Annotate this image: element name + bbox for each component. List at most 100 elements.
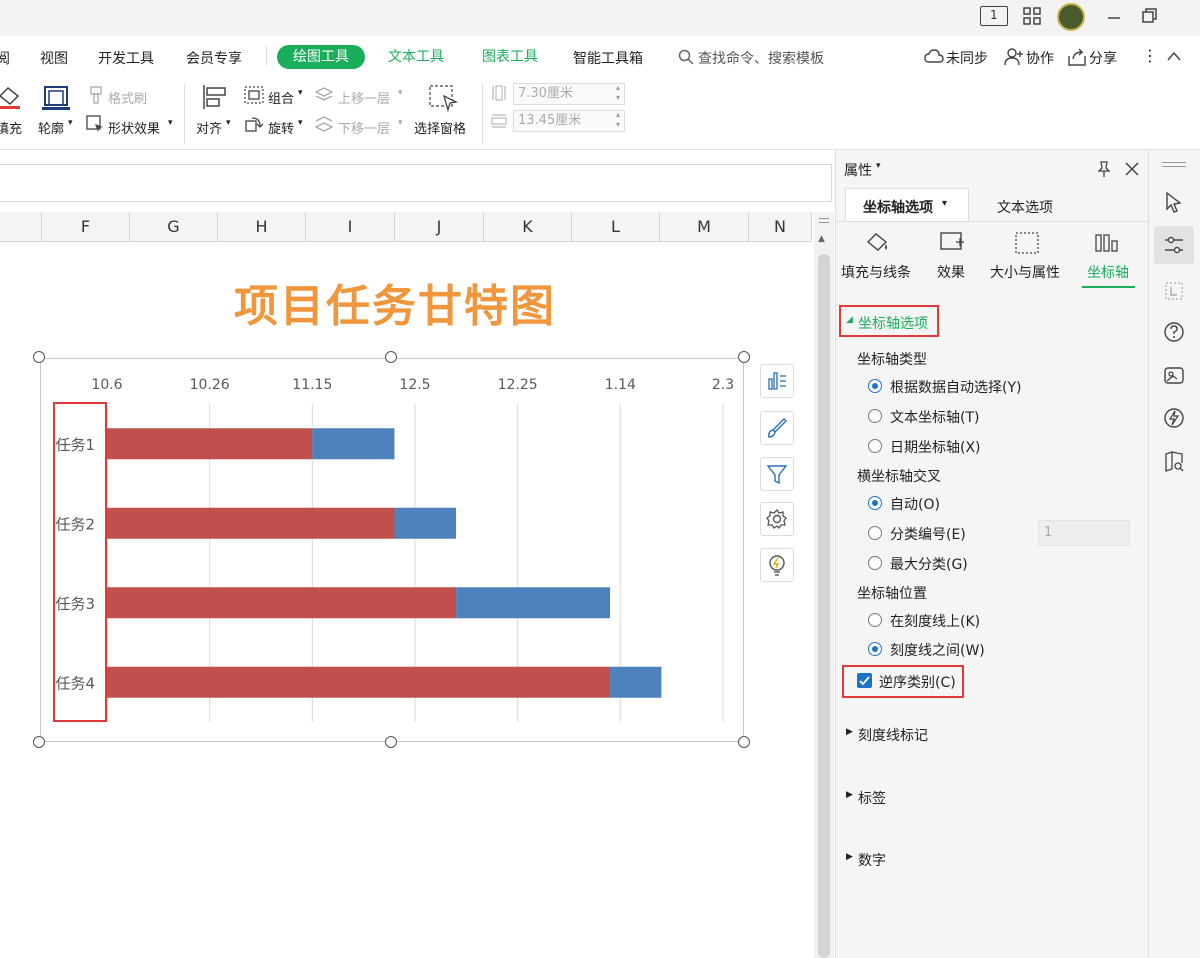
- scroll-up-icon[interactable]: ▲: [818, 234, 825, 244]
- column-header-i[interactable]: I: [306, 212, 395, 242]
- column-header-h[interactable]: H: [218, 212, 306, 242]
- selection-pane-button[interactable]: 选择窗格: [414, 118, 466, 137]
- subtab-effects[interactable]: 效果: [937, 262, 965, 282]
- scroll-split-icon[interactable]: [819, 218, 829, 223]
- scrollbar-thumb[interactable]: [818, 254, 830, 958]
- section-tick-marks[interactable]: 刻度线标记: [858, 725, 928, 745]
- vertical-scrollbar[interactable]: ▲: [814, 212, 834, 958]
- labels-expand-icon[interactable]: ▶: [846, 790, 853, 800]
- panel-header-dropdown-icon[interactable]: ▾: [876, 161, 881, 171]
- outline-icon[interactable]: [42, 84, 70, 110]
- chart-style-button[interactable]: [760, 411, 794, 445]
- group-button[interactable]: 组合: [268, 88, 294, 107]
- resize-handle-nw[interactable]: [33, 351, 45, 363]
- chart-title[interactable]: 项目任务甘特图: [200, 270, 590, 334]
- tick-marks-expand-icon[interactable]: ▶: [846, 727, 853, 737]
- rotate-button[interactable]: 旋转: [268, 118, 294, 137]
- tab-text-tools[interactable]: 文本工具: [378, 45, 454, 69]
- bring-forward-dropdown-icon[interactable]: ▾: [398, 88, 403, 98]
- column-header-l[interactable]: L: [572, 212, 660, 242]
- collaborate-button[interactable]: 协作: [1026, 48, 1054, 68]
- gantt-bar-chart[interactable]: 10.6 10.26 11.15 12.5 12.25 1.14 2.3任务1任务2任务3任…: [40, 358, 744, 742]
- resize-handle-sw[interactable]: [33, 736, 45, 748]
- restore-icon[interactable]: [1139, 6, 1159, 26]
- menu-item-developer[interactable]: 开发工具: [98, 48, 154, 68]
- help-icon[interactable]: [1162, 320, 1186, 344]
- align-dropdown-icon[interactable]: ▾: [226, 118, 231, 128]
- axis-type-auto-label[interactable]: 根据数据自动选择(Y): [890, 377, 1021, 397]
- column-header-prev[interactable]: [0, 212, 42, 242]
- column-header-n[interactable]: N: [749, 212, 812, 242]
- format-painter-icon[interactable]: [88, 86, 104, 104]
- axis-options-expand-icon[interactable]: ◢: [846, 315, 853, 325]
- pin-icon[interactable]: [1095, 160, 1113, 178]
- subtab-axis[interactable]: 坐标轴: [1087, 262, 1129, 282]
- close-window-button[interactable]: [1174, 0, 1200, 30]
- column-header-f[interactable]: F: [42, 212, 130, 242]
- resize-handle-s[interactable]: [385, 736, 397, 748]
- position-on-tick-label[interactable]: 在刻度线上(K): [890, 611, 980, 631]
- width-stepper-icon[interactable]: ▴ ▾: [616, 110, 620, 130]
- chart-ideas-button[interactable]: [760, 548, 794, 582]
- column-header-k[interactable]: K: [484, 212, 572, 242]
- cross-max-category-label[interactable]: 最大分类(G): [890, 554, 968, 574]
- close-panel-icon[interactable]: [1124, 161, 1140, 177]
- axis-type-text-radio[interactable]: [868, 409, 882, 423]
- shape-width-input[interactable]: 13.45厘米 ▴ ▾: [513, 110, 625, 132]
- formula-bar[interactable]: [0, 164, 832, 202]
- bring-forward-icon[interactable]: [314, 86, 334, 104]
- chart-filter-button[interactable]: [760, 457, 794, 491]
- panel-header-title[interactable]: 属性: [844, 160, 872, 180]
- reverse-order-label[interactable]: 逆序类别(C): [879, 672, 956, 692]
- chart-settings-button[interactable]: [760, 502, 794, 536]
- cross-category-number-radio[interactable]: [868, 526, 882, 540]
- cross-category-number-label[interactable]: 分类编号(E): [890, 524, 966, 544]
- section-axis-options[interactable]: 坐标轴选项: [858, 313, 928, 333]
- shape-effects-button[interactable]: 形状效果: [108, 118, 160, 137]
- subtab-size-and-properties[interactable]: 大小与属性: [990, 262, 1060, 282]
- category-number-input[interactable]: 1: [1038, 520, 1130, 546]
- transform-icon[interactable]: [1162, 279, 1186, 303]
- section-labels[interactable]: 标签: [858, 788, 886, 808]
- sync-status-button[interactable]: 未同步: [946, 48, 988, 68]
- tab-axis-options-dropdown-icon[interactable]: ▾: [942, 198, 947, 209]
- outline-button[interactable]: 轮廓: [38, 118, 64, 137]
- axis-type-date-label[interactable]: 日期坐标轴(X): [890, 437, 981, 457]
- tab-drawing-tools[interactable]: 绘图工具: [277, 45, 365, 69]
- axis-type-text-label[interactable]: 文本坐标轴(T): [890, 407, 979, 427]
- tab-chart-tools[interactable]: 图表工具: [472, 45, 548, 69]
- chart-elements-button[interactable]: [760, 364, 794, 398]
- axis-type-date-radio[interactable]: [868, 439, 882, 453]
- send-backward-icon[interactable]: [314, 115, 334, 133]
- menu-item-view[interactable]: 视图: [40, 48, 68, 68]
- format-painter-button[interactable]: 格式刷: [108, 88, 147, 107]
- position-between-tick-radio[interactable]: [868, 642, 882, 656]
- size-and-properties-icon[interactable]: [1013, 230, 1041, 256]
- fill-and-line-icon[interactable]: [864, 230, 890, 254]
- smart-assist-icon[interactable]: [1162, 406, 1186, 430]
- cross-max-category-radio[interactable]: [868, 556, 882, 570]
- menu-item-smart-toolbox[interactable]: 智能工具箱: [573, 48, 643, 68]
- effects-icon[interactable]: [938, 230, 966, 254]
- height-stepper-icon[interactable]: ▴ ▾: [616, 83, 620, 103]
- cross-auto-radio[interactable]: [868, 496, 882, 510]
- more-options-icon[interactable]: ⋮: [1142, 46, 1158, 65]
- rotate-dropdown-icon[interactable]: ▾: [298, 118, 303, 128]
- reverse-order-checkbox[interactable]: [857, 673, 872, 688]
- collapse-ribbon-icon[interactable]: [1166, 50, 1182, 62]
- search-commands-input[interactable]: 查找命令、搜索模板: [698, 48, 824, 68]
- minimize-icon[interactable]: [1104, 8, 1124, 28]
- fill-button[interactable]: 填充: [0, 118, 22, 137]
- shape-height-input[interactable]: 7.30厘米 ▴ ▾: [513, 83, 625, 105]
- selection-pane-icon[interactable]: [428, 84, 458, 112]
- resize-handle-n[interactable]: [385, 351, 397, 363]
- share-button[interactable]: 分享: [1089, 48, 1117, 68]
- menu-item-review[interactable]: 阅: [0, 48, 10, 68]
- position-between-tick-label[interactable]: 刻度线之间(W): [890, 640, 985, 660]
- tab-text-options[interactable]: 文本选项: [997, 197, 1053, 217]
- bring-forward-button[interactable]: 上移一层: [338, 88, 390, 107]
- align-icon[interactable]: [202, 84, 228, 110]
- reading-icon[interactable]: [1162, 449, 1186, 473]
- position-on-tick-radio[interactable]: [868, 613, 882, 627]
- align-button[interactable]: 对齐: [196, 118, 222, 137]
